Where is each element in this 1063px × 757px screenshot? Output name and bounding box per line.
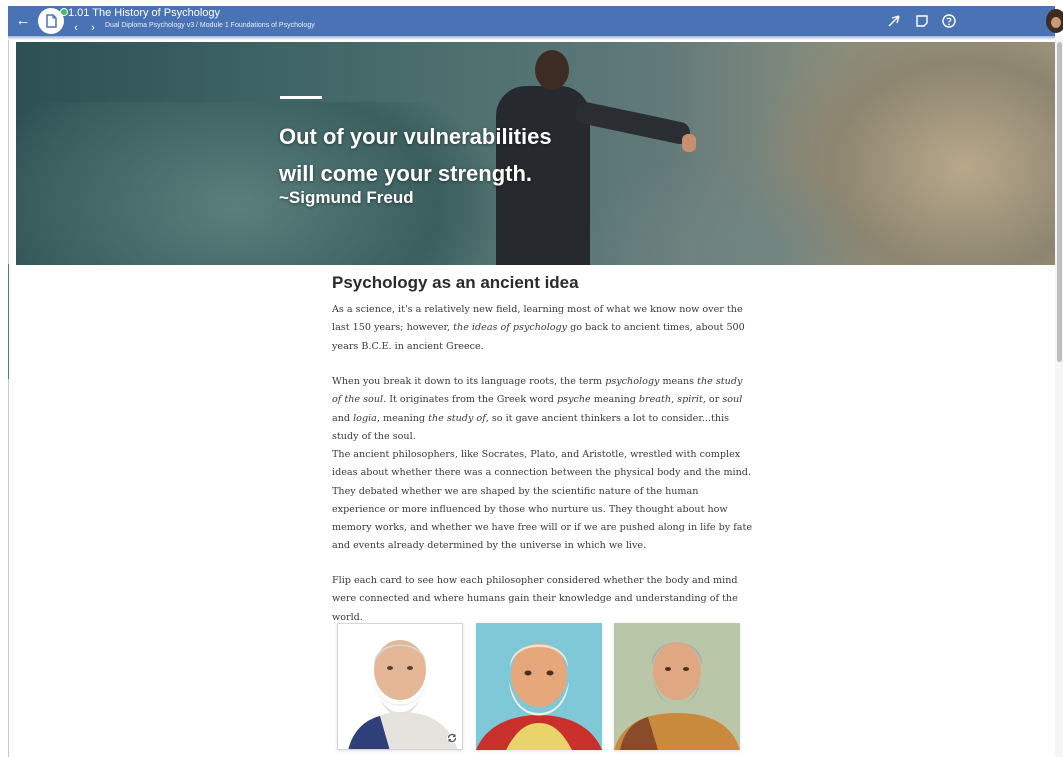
body-text: meaning bbox=[590, 394, 639, 406]
page-title: 1.01 The History of Psychology bbox=[68, 7, 221, 19]
body-text: , or bbox=[702, 394, 723, 406]
flip-card-socrates[interactable] bbox=[337, 623, 463, 750]
breadcrumb[interactable]: Dual Diploma Psychology v3 / Module 1 Fo… bbox=[105, 22, 315, 29]
emphasis-text: psyche bbox=[557, 394, 591, 406]
body-text: and bbox=[332, 412, 354, 424]
left-border bbox=[8, 36, 9, 757]
plato-portrait bbox=[476, 623, 602, 750]
help-icon[interactable] bbox=[941, 13, 957, 29]
left-border-accent bbox=[8, 264, 9, 379]
hero-quote-author: ~Sigmund Freud bbox=[279, 188, 414, 207]
flip-card-plato[interactable] bbox=[476, 623, 602, 750]
app-window: ← 1.01 The History of Psychology ‹ › Dua… bbox=[0, 0, 1063, 757]
hero-person-head bbox=[535, 50, 569, 90]
scrollbar-thumb[interactable] bbox=[1057, 42, 1062, 362]
flip-card-aristotle[interactable] bbox=[614, 623, 740, 750]
paragraph-intro: As a science, it's a relatively new fiel… bbox=[332, 301, 752, 356]
body-text: When you break it down to its language r… bbox=[332, 376, 606, 387]
emphasis-text: the study of bbox=[428, 412, 486, 424]
hero-person-hand bbox=[682, 134, 696, 152]
back-arrow-icon[interactable]: ← bbox=[14, 12, 32, 30]
avatar[interactable] bbox=[1046, 9, 1063, 33]
paragraph-philosophers: The ancient philosophers, like Socrates,… bbox=[332, 449, 753, 552]
hero-quote-line-1: Out of your vulnerabilities bbox=[279, 124, 552, 149]
hero-quote: Out of your vulnerabilities will come yo… bbox=[279, 118, 552, 192]
paragraph-etymology: When you break it down to its language r… bbox=[332, 373, 752, 446]
top-bar-shadow bbox=[8, 36, 1055, 40]
emphasis-text: spirit bbox=[677, 394, 703, 406]
hero-accent-rule bbox=[280, 96, 322, 99]
aristotle-portrait bbox=[614, 623, 740, 750]
online-status-dot bbox=[60, 8, 68, 16]
paragraph-flip-instructions: Flip each card to see how each philosoph… bbox=[332, 575, 738, 623]
hero-banner: Out of your vulnerabilities will come yo… bbox=[16, 42, 1055, 265]
previous-page-button[interactable]: ‹ bbox=[70, 21, 82, 35]
emphasis-text: the ideas of psychology bbox=[453, 322, 568, 334]
emphasis-text: logia bbox=[353, 412, 377, 424]
top-bar: ← 1.01 The History of Psychology ‹ › Dua… bbox=[8, 6, 1055, 36]
hero-quote-line-2: will come your strength. bbox=[279, 161, 533, 186]
avatar-face bbox=[1051, 17, 1061, 28]
socrates-portrait bbox=[338, 624, 462, 749]
emphasis-text: breath bbox=[638, 394, 672, 406]
hero-person-arm bbox=[573, 100, 692, 146]
body-text: . It originates from the Greek word bbox=[383, 394, 557, 406]
hero-mountain-center bbox=[576, 152, 876, 265]
note-icon[interactable] bbox=[914, 13, 930, 29]
body-text: means bbox=[659, 376, 698, 387]
emphasis-text: psychology bbox=[605, 376, 660, 387]
emphasis-text: soul bbox=[722, 394, 743, 406]
flip-card-icon[interactable] bbox=[446, 732, 458, 744]
lesson-content: Psychology as an ancient idea bbox=[332, 273, 752, 299]
next-page-button[interactable]: › bbox=[87, 21, 99, 35]
document-icon bbox=[46, 14, 57, 28]
section-heading: Psychology as an ancient idea bbox=[332, 273, 579, 292]
send-icon[interactable] bbox=[886, 13, 902, 29]
body-text: , meaning bbox=[376, 412, 429, 424]
